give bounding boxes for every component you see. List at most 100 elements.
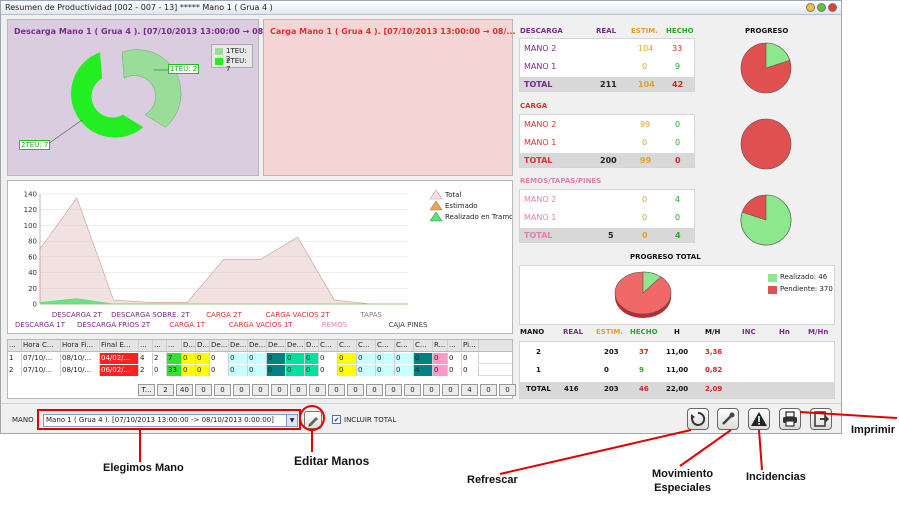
grid-cell[interactable]: 0 xyxy=(153,365,167,376)
grid-cell[interactable]: 0 xyxy=(229,353,248,364)
grid-column-header[interactable]: De... xyxy=(286,340,305,351)
chevron-down-icon[interactable]: ▼ xyxy=(286,415,297,426)
grid-cell[interactable]: 0 xyxy=(305,353,319,364)
grid-column-header[interactable]: C... xyxy=(338,340,357,351)
grid-column-header[interactable]: De... xyxy=(210,340,229,351)
grid-column-header[interactable]: C... xyxy=(376,340,395,351)
grid-cell[interactable]: 0 xyxy=(357,365,376,376)
grid-cell[interactable]: 0 xyxy=(182,353,196,364)
grid-cell[interactable]: 0 xyxy=(357,353,376,364)
grid-cell[interactable]: 0 xyxy=(229,365,248,376)
maximize-button[interactable] xyxy=(817,3,826,12)
carga-total-hecho: 0 xyxy=(675,156,681,165)
section-title-descarga: DESCARGA xyxy=(520,27,563,35)
grid-cell[interactable]: 0 xyxy=(248,353,267,364)
grid-cell[interactable]: 7 xyxy=(167,353,182,364)
grid-cell[interactable]: 2 xyxy=(8,365,22,376)
grid-cell[interactable]: 2 xyxy=(139,365,153,376)
grid-cell[interactable]: 0 xyxy=(462,365,479,376)
grid-cell[interactable]: 08/10/... xyxy=(61,365,100,376)
incidencias-button[interactable] xyxy=(748,408,770,430)
grid-cell[interactable]: 0 xyxy=(267,353,286,364)
grid-column-header[interactable]: ... xyxy=(167,340,182,351)
grid-cell[interactable]: 4 xyxy=(139,353,153,364)
incluir-total-checkbox[interactable]: ✔ xyxy=(332,415,341,424)
grid-column-header[interactable]: Hora C... xyxy=(22,340,61,351)
grid-cell[interactable]: 0 xyxy=(196,353,210,364)
grid-column-header[interactable]: D... xyxy=(196,340,210,351)
grid-cell[interactable]: 0 xyxy=(182,365,196,376)
grid-cell[interactable]: 07/10/... xyxy=(22,365,61,376)
grid-cell[interactable]: 0 xyxy=(196,365,210,376)
grid-column-header[interactable]: Hora Fi... xyxy=(61,340,100,351)
grid-cell[interactable]: 0 xyxy=(338,365,357,376)
grid-cell[interactable]: 1 xyxy=(8,353,22,364)
grid-cell[interactable]: 0 xyxy=(248,365,267,376)
grid-column-header[interactable]: C... xyxy=(414,340,433,351)
carga-total-real: 200 xyxy=(600,156,617,165)
refresh-button[interactable] xyxy=(687,408,709,430)
grid-cell[interactable]: 0 xyxy=(286,353,305,364)
grid-column-header[interactable]: D... xyxy=(305,340,319,351)
grid-cell[interactable]: 0 xyxy=(462,353,479,364)
y-tick-label: 100 xyxy=(24,222,37,230)
grid-cell[interactable]: 06/02/... xyxy=(100,365,139,376)
grid-cell[interactable]: 0 xyxy=(338,353,357,364)
mano-column-header: H xyxy=(674,328,680,336)
movimientos-especiales-button[interactable] xyxy=(717,408,739,430)
grid-cell[interactable]: 0 xyxy=(319,365,338,376)
grid-cell[interactable]: 0 xyxy=(305,365,319,376)
grid-total-cell: 4 xyxy=(461,384,478,396)
grid-column-header[interactable]: ... xyxy=(448,340,462,351)
mano-select[interactable]: Mano 1 ( Grua 4 ). [07/10/2013 13:00:00 … xyxy=(43,414,298,427)
annotation-editar-manos: Editar Manos xyxy=(294,454,370,468)
grid-cell[interactable]: 0 xyxy=(433,365,448,376)
grid-cell[interactable]: 33 xyxy=(167,365,182,376)
mano-cell: 46 xyxy=(639,385,649,393)
grid-column-header[interactable]: De... xyxy=(229,340,248,351)
grid-total-cell: 0 xyxy=(404,384,421,396)
grid-column-header[interactable]: C... xyxy=(357,340,376,351)
mano-cell: 203 xyxy=(604,348,619,356)
remos-progress-pie xyxy=(740,194,792,246)
grid-cell[interactable]: 0 xyxy=(414,353,433,364)
grid-column-header[interactable]: C... xyxy=(319,340,338,351)
grid-cell[interactable]: 4 xyxy=(414,365,433,376)
grid-cell[interactable]: 04/02/... xyxy=(100,353,139,364)
grid-column-header[interactable]: C... xyxy=(395,340,414,351)
minimize-button[interactable] xyxy=(806,3,815,12)
grid-cell[interactable]: 0 xyxy=(448,365,462,376)
grid-cell[interactable]: 0 xyxy=(286,365,305,376)
grid-cell[interactable]: 07/10/... xyxy=(22,353,61,364)
print-button[interactable] xyxy=(779,408,801,430)
grid-column-header[interactable]: De... xyxy=(267,340,286,351)
grid-cell[interactable]: 0 xyxy=(395,365,414,376)
grid-cell[interactable]: 0 xyxy=(267,365,286,376)
grid-cell[interactable]: 0 xyxy=(395,353,414,364)
grid-column-header[interactable]: De... xyxy=(248,340,267,351)
edit-manos-button[interactable] xyxy=(304,411,322,429)
grid-cell[interactable]: 0 xyxy=(376,365,395,376)
grid-column-header[interactable]: D... xyxy=(182,340,196,351)
table-row[interactable]: 2 07/10/... 08/10/... 06/02/... 2 0 33 0 0 0 0 0 0 0 0… xyxy=(8,365,512,376)
grid-column-header[interactable]: R... xyxy=(433,340,448,351)
grid-cell[interactable]: 0 xyxy=(210,353,229,364)
close-button[interactable] xyxy=(828,3,837,12)
mano-cell: 3,36 xyxy=(705,348,723,356)
grid-total-cell: 0 xyxy=(347,384,364,396)
grid-cell[interactable]: 0 xyxy=(210,365,229,376)
grid-cell[interactable]: 0 xyxy=(433,353,448,364)
grid-cell[interactable]: 2 xyxy=(153,353,167,364)
grid-cell[interactable]: 0 xyxy=(448,353,462,364)
grid-cell[interactable]: 08/10/... xyxy=(61,353,100,364)
grid-cell[interactable]: 0 xyxy=(319,353,338,364)
grid-column-header[interactable]: Pi... xyxy=(462,340,479,351)
grid-column-header[interactable]: Final E... xyxy=(100,340,139,351)
grid-column-header[interactable]: ... xyxy=(153,340,167,351)
grid-column-header[interactable]: ... xyxy=(139,340,153,351)
exit-button[interactable] xyxy=(810,408,832,430)
mano-cell: 11,00 xyxy=(666,366,689,374)
grid-column-header[interactable]: ... xyxy=(8,340,22,351)
table-row[interactable]: 1 07/10/... 08/10/... 04/02/... 4 2 7 0 0 0 0 0 0 0 0 0… xyxy=(8,353,512,364)
grid-cell[interactable]: 0 xyxy=(376,353,395,364)
